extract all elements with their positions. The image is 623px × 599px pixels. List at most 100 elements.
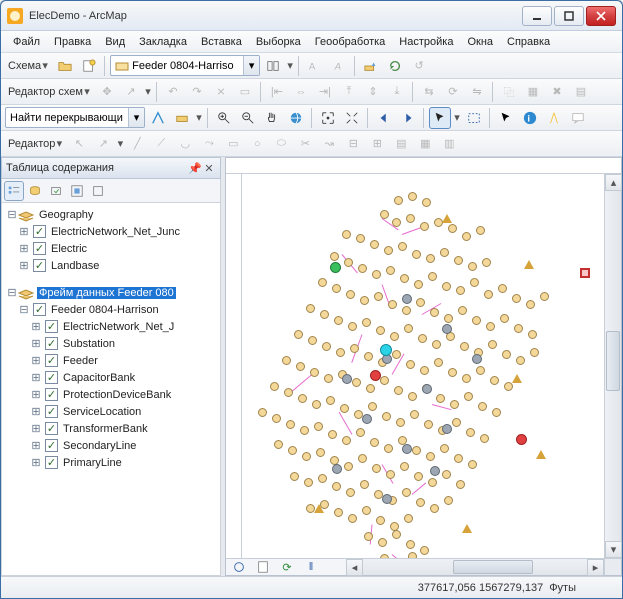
pan-icon[interactable] (261, 107, 283, 129)
align-top-icon[interactable]: ⤒ (338, 81, 360, 103)
menu-file[interactable]: Файл (7, 34, 46, 50)
edit-vertices-icon[interactable]: ↗ (92, 133, 114, 155)
scroll-thumb-v[interactable] (606, 331, 620, 391)
split-icon[interactable]: ⊟ (342, 133, 364, 155)
refresh2-icon[interactable]: ↺ (408, 55, 430, 77)
list-by-source-icon[interactable] (25, 181, 45, 201)
visibility-checkbox[interactable] (33, 242, 46, 255)
find-layer-icon[interactable] (171, 107, 193, 129)
view-dropdown-icon[interactable]: ▾ (286, 59, 294, 72)
visibility-checkbox[interactable] (45, 337, 58, 350)
toc-node[interactable]: ··⊞ElectricNetwork_Net_J (2, 318, 220, 335)
templates-icon[interactable]: ▥ (438, 133, 460, 155)
maximize-button[interactable] (554, 6, 584, 26)
toc-node[interactable]: ⊟Geography (2, 206, 220, 223)
menu-view[interactable]: Вид (99, 34, 131, 50)
select-rect-icon[interactable] (463, 107, 485, 129)
minimize-button[interactable] (522, 6, 552, 26)
toc-node[interactable]: ·⊞ElectricNetwork_Net_Junc (2, 223, 220, 240)
visibility-checkbox[interactable] (45, 320, 58, 333)
sketch-circle-icon[interactable]: ○ (246, 133, 268, 155)
menu-bookmark[interactable]: Закладка (133, 34, 193, 50)
visibility-checkbox[interactable] (33, 225, 46, 238)
select-dd-icon[interactable]: ▾ (453, 111, 461, 124)
toc-node[interactable]: ·⊞Electric (2, 240, 220, 257)
group-icon[interactable]: ▭ (234, 81, 256, 103)
toc-node[interactable]: ··⊞Feeder (2, 352, 220, 369)
menu-selection[interactable]: Выборка (250, 34, 307, 50)
scroll-up-icon[interactable]: ▴ (605, 174, 622, 191)
find-combo[interactable]: Найти перекрывающи ▾ (5, 107, 145, 128)
open-icon[interactable] (54, 55, 76, 77)
new-icon[interactable] (78, 55, 100, 77)
text-italic-icon[interactable]: A (328, 55, 350, 77)
menu-customize[interactable]: Настройка (393, 34, 459, 50)
schema-editor-menu[interactable]: Редактор схем▾ (5, 85, 94, 98)
clear-icon[interactable]: ⨯ (210, 81, 232, 103)
list-by-selection-icon[interactable] (67, 181, 87, 201)
html-popup-icon[interactable] (567, 107, 589, 129)
layout-view-tab-icon[interactable] (252, 556, 274, 578)
edit-tool-icon[interactable]: ↖ (68, 133, 90, 155)
redo-icon[interactable]: ↷ (186, 81, 208, 103)
copy-icon[interactable]: ⿻ (498, 81, 520, 103)
find-route-icon[interactable] (147, 107, 169, 129)
visibility-checkbox[interactable] (45, 405, 58, 418)
cut-poly-icon[interactable]: ✂ (294, 133, 316, 155)
visibility-checkbox[interactable] (45, 388, 58, 401)
toc-node[interactable]: ··⊞Substation (2, 335, 220, 352)
schema-menu[interactable]: Схема▾ (5, 59, 52, 72)
hyperlink-icon[interactable] (543, 107, 565, 129)
map-canvas[interactable] (242, 174, 604, 558)
visibility-checkbox[interactable] (33, 259, 46, 272)
visibility-checkbox[interactable] (45, 354, 58, 367)
sketch-arc-icon[interactable]: ⟋ (150, 133, 172, 155)
toc-node[interactable]: ··⊞PrimaryLine (2, 454, 220, 471)
visibility-checkbox[interactable] (45, 422, 58, 435)
data-view-tab-icon[interactable] (228, 556, 250, 578)
move-node-icon[interactable]: ✥ (96, 81, 118, 103)
scrollbar-vertical[interactable]: ▴ ▾ (604, 174, 621, 558)
sketch-curve-icon[interactable]: ◡ (174, 133, 196, 155)
paste-icon[interactable]: ▦ (522, 81, 544, 103)
sketch-line-icon[interactable]: ╱ (126, 133, 148, 155)
full-extent-icon[interactable] (285, 107, 307, 129)
toc-node[interactable]: ··⊞SecondaryLine (2, 437, 220, 454)
distribute-h-icon[interactable]: ⇆ (418, 81, 440, 103)
text-left-icon[interactable]: A (304, 55, 326, 77)
sketch-trace-icon[interactable]: ⤳ (198, 133, 220, 155)
menu-edit[interactable]: Правка (48, 34, 97, 50)
visibility-checkbox[interactable] (33, 303, 46, 316)
scrollbar-horizontal[interactable]: ◂ ▸ (346, 558, 604, 575)
scroll-right-icon[interactable]: ▸ (587, 559, 604, 576)
toc-node[interactable]: ·⊞Landbase (2, 257, 220, 274)
toc-tree[interactable]: ⊟Geography·⊞ElectricNetwork_Net_Junc·⊞El… (1, 203, 221, 576)
visibility-checkbox[interactable] (45, 439, 58, 452)
visibility-checkbox[interactable] (45, 456, 58, 469)
sketch-ellipse-icon[interactable]: ⬭ (270, 133, 292, 155)
align-bottom-icon[interactable]: ⤓ (386, 81, 408, 103)
toc-node[interactable]: ⊟Фрейм данных Feeder 080 (2, 284, 220, 301)
align-middle-icon[interactable]: ⇕ (362, 81, 384, 103)
menu-windows[interactable]: Окна (461, 34, 499, 50)
list-by-drawing-icon[interactable] (4, 181, 24, 201)
align-right-icon[interactable]: ⇥| (314, 81, 336, 103)
toc-node[interactable]: ··⊞CapacitorBank (2, 369, 220, 386)
reshape-icon[interactable]: ↝ (318, 133, 340, 155)
layer-props-icon[interactable] (360, 55, 382, 77)
titlebar[interactable]: ElecDemo - ArcMap (1, 1, 622, 31)
prev-extent-icon[interactable] (373, 107, 395, 129)
delete-icon[interactable]: ✖ (546, 81, 568, 103)
toc-header[interactable]: Таблица содержания 📌 ✕ (1, 157, 221, 179)
menu-insert[interactable]: Вставка (195, 34, 248, 50)
rotate-icon[interactable]: ⟳ (442, 81, 464, 103)
options-icon[interactable] (88, 181, 108, 201)
edit-vert-dd-icon[interactable]: ▾ (116, 137, 124, 150)
close-button[interactable] (586, 6, 616, 26)
refresh-icon[interactable] (384, 55, 406, 77)
sketch-rect-icon[interactable]: ▭ (222, 133, 244, 155)
pointer-black-icon[interactable] (495, 107, 517, 129)
scroll-left-icon[interactable]: ◂ (346, 559, 363, 576)
pin-icon[interactable]: 📌 (188, 161, 202, 175)
list-by-visibility-icon[interactable] (46, 181, 66, 201)
